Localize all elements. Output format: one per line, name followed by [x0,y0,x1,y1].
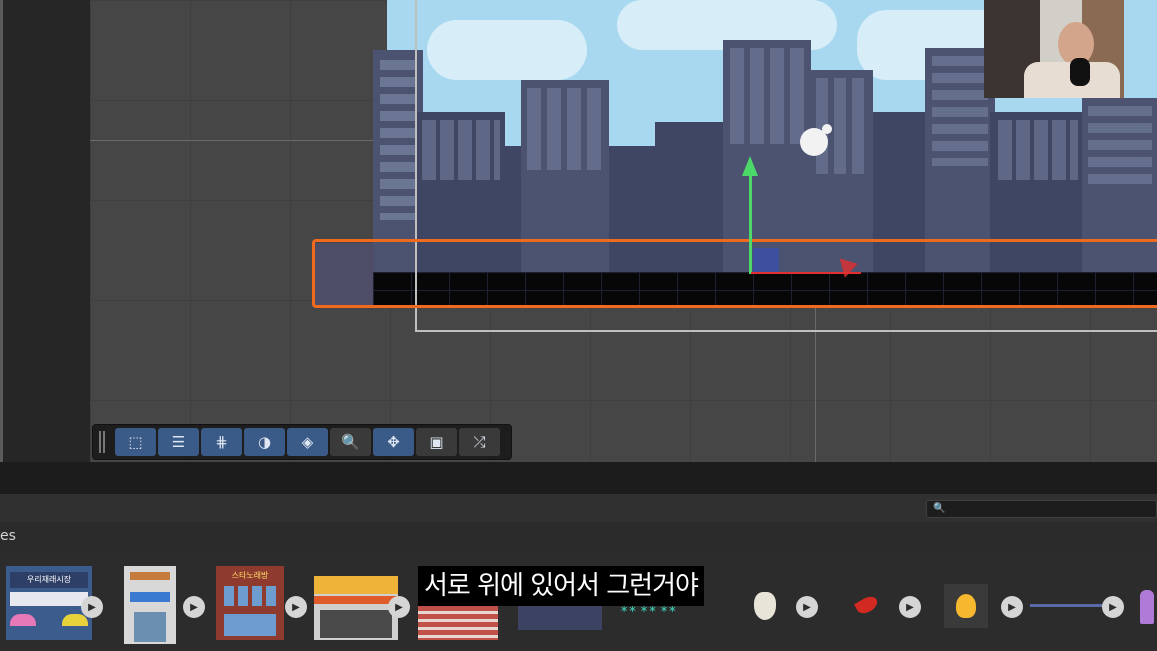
market-banner [10,592,88,606]
building-windows [224,614,276,636]
align-tool-button[interactable]: ☰ [158,428,199,456]
align-tool-icon: ☰ [171,433,186,451]
play-button[interactable]: ▶ [899,596,921,618]
rect-tool-button[interactable]: ⬚ [115,428,156,456]
grid-snap-tool-button[interactable]: ⋕ [201,428,242,456]
play-icon: ▶ [292,601,300,613]
play-button[interactable]: ▶ [388,596,410,618]
building-door [134,612,166,642]
tilemap-tool-icon: ◈ [301,433,314,451]
fire-asset[interactable] [944,584,988,628]
rect-tool-icon: ⬚ [128,433,143,451]
webcam-overlay [984,0,1124,98]
play-icon: ▶ [1109,601,1117,613]
play-button[interactable]: ▶ [796,596,818,618]
building-windows [380,60,416,220]
play-button[interactable]: ▶ [183,596,205,618]
shop-awning [314,596,398,604]
panel-title: es [0,528,16,544]
building-asset[interactable] [124,566,176,644]
striped-awning-asset[interactable] [418,606,498,640]
umbrella [10,614,36,626]
karaoke-building-asset[interactable]: 스타노래방 [216,566,284,640]
toolbar-grip-icon[interactable] [99,431,105,453]
building-windows [224,586,276,606]
selection-outline[interactable] [312,239,1157,308]
play-button[interactable]: ▶ [1001,596,1023,618]
scene-toolbar: ⬚ ☰ ⋕ ◑ ◈ 🔍 ✥ ▣ ⤮ [92,424,512,460]
move-tool-button[interactable]: ✥ [373,428,414,456]
camera-tool-button[interactable]: ▣ [416,428,457,456]
search-icon: 🔍 [933,503,946,514]
market-sign-text: 우리재래시장 [10,572,88,588]
gizmo-arrow-up-icon[interactable] [742,156,758,176]
dark-building-asset[interactable] [518,606,602,630]
tilemap-tool-button[interactable]: ◈ [287,428,328,456]
panel-divider [0,462,1157,494]
shuffle-tool-button[interactable]: ⤮ [459,428,500,456]
play-button[interactable]: ▶ [285,596,307,618]
fire-icon [956,594,976,618]
play-icon: ▶ [803,601,811,613]
play-button[interactable]: ▶ [81,596,103,618]
microphone-icon [1070,58,1090,86]
asset-panel-header [0,522,1157,550]
umbrella [62,614,88,626]
shop-window [320,610,392,638]
move-gizmo-y-axis[interactable] [749,170,752,274]
building-sign [130,592,170,602]
zoom-tool-icon: 🔍 [341,433,360,451]
play-icon: ▶ [395,601,403,613]
move-gizmo-plane[interactable] [753,248,779,272]
video-subtitle: 서로 위에 있어서 그런거야 [418,566,704,606]
building-sign [130,572,170,580]
character-asset[interactable] [1140,590,1154,624]
camera-gizmo-lens [822,124,832,134]
play-button[interactable]: ▶ [1102,596,1124,618]
play-icon: ▶ [190,601,198,613]
fill-tool-button[interactable]: ◑ [244,428,285,456]
garlic-asset[interactable] [754,592,776,620]
asset-search-input[interactable] [926,500,1157,518]
hierarchy-panel [0,0,91,462]
shop-front-asset[interactable] [314,576,398,640]
zoom-tool-button[interactable]: 🔍 [330,428,371,456]
grid-snap-tool-icon: ⋕ [215,433,228,451]
move-tool-icon: ✥ [387,433,400,451]
play-icon: ▶ [1008,601,1016,613]
camera-tool-icon: ▣ [429,433,444,451]
fill-tool-icon: ◑ [257,433,272,451]
shuffle-tool-icon: ⤮ [473,433,486,451]
shop-sign [314,576,398,594]
play-icon: ▶ [88,601,96,613]
karaoke-sign-text: 스타노래방 [231,571,269,580]
line-asset[interactable] [1030,604,1104,607]
market-sign-asset[interactable]: 우리재래시장 [6,566,92,640]
play-icon: ▶ [906,601,914,613]
panel-edge [0,0,3,462]
